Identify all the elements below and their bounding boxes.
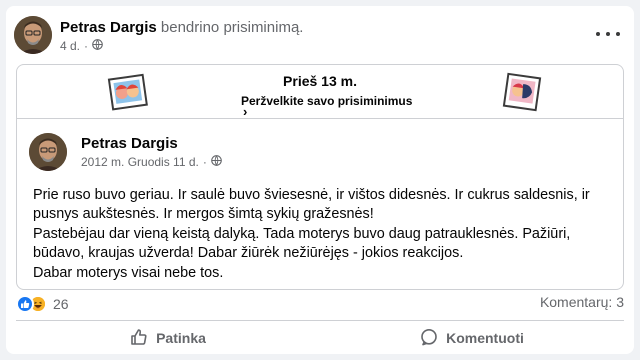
post-time[interactable]: 4 d. [60, 39, 80, 53]
globe-icon[interactable] [92, 39, 103, 53]
post-text-line: Dabar moterys visai nebe tos. [33, 264, 224, 281]
like-button[interactable]: Patinka [16, 322, 320, 354]
author-avatar[interactable] [14, 16, 52, 54]
comment-bubble-icon [420, 328, 438, 349]
post-meta: 4 d. · [60, 39, 103, 53]
original-author-name[interactable]: Petras Dargis [81, 135, 178, 152]
reactions-summary[interactable]: 26 [16, 294, 69, 314]
original-author-avatar[interactable] [29, 133, 67, 171]
post-text-line: Prie ruso buvo geriau. Ir saulė buvo švi… [33, 187, 590, 223]
globe-icon[interactable] [211, 155, 222, 169]
actions-divider [16, 320, 624, 321]
like-button-label: Patinka [156, 330, 206, 346]
original-post-text: Prie ruso buvo geriau. Ir saulė buvo švi… [33, 186, 623, 283]
author-line: Petras Dargis bendrino prisiminimą. [60, 19, 303, 36]
meta-dot: · [202, 155, 207, 169]
post-action-text: bendrino prisiminimą. [160, 19, 304, 36]
more-options-button[interactable] [596, 26, 620, 42]
like-reaction-icon [16, 295, 34, 313]
memory-banner[interactable]: Prieš 13 m. Peržvelkite savo prisiminimu… [17, 65, 623, 119]
original-post-header: Petras Dargis 2012 m. Gruodis 11 d. · [29, 133, 611, 173]
memory-card[interactable]: Prieš 13 m. Peržvelkite savo prisiminimu… [16, 64, 624, 290]
reaction-count: 26 [53, 296, 69, 312]
post-header: Petras Dargis bendrino prisiminimą. 4 d.… [14, 16, 626, 56]
post-actions: Patinka Komentuoti [16, 322, 624, 354]
original-post-date[interactable]: 2012 m. Gruodis 11 d. [81, 155, 199, 169]
memory-post: Petras Dargis bendrino prisiminimą. 4 d.… [6, 6, 634, 354]
post-text-line: Pastebėjau dar vieną keistą dalyką. Tada… [33, 225, 571, 262]
ellipsis-icon [596, 32, 600, 36]
memory-illustration-right [501, 71, 543, 113]
original-post-meta: 2012 m. Gruodis 11 d. · [81, 155, 222, 169]
comment-button[interactable]: Komentuoti [320, 322, 624, 354]
author-name[interactable]: Petras Dargis [60, 19, 157, 36]
memory-subtitle[interactable]: Peržvelkite savo prisiminimus [241, 94, 412, 108]
thumbs-up-icon [130, 328, 148, 349]
chevron-right-icon[interactable]: › [243, 105, 247, 118]
meta-dot: · [84, 39, 89, 53]
comment-button-label: Komentuoti [446, 330, 524, 346]
comments-count-link[interactable]: Komentarų: 3 [540, 294, 624, 310]
